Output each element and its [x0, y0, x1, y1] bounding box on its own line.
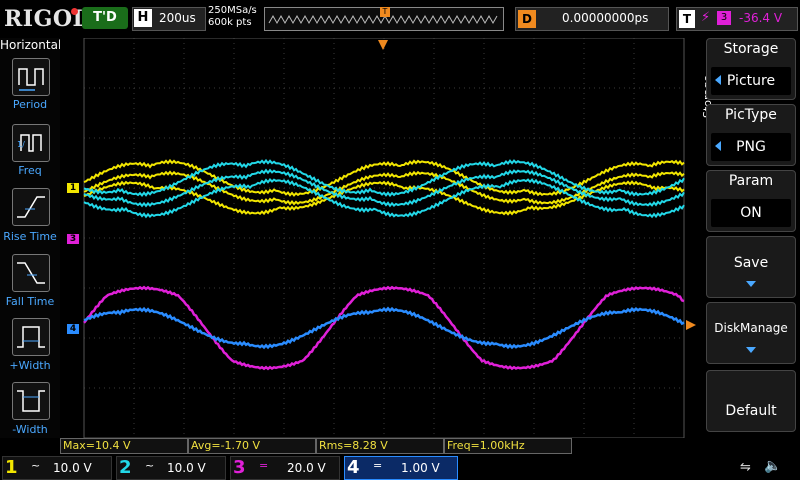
ch3-offset-marker[interactable]: 3 [67, 234, 79, 244]
ch3-coupling: = [259, 459, 269, 472]
disk-manage-button[interactable]: DiskManage [706, 302, 796, 364]
ch4-status[interactable]: 4 = 1.00 V [344, 456, 458, 480]
ch3-scale: 20.0 V [287, 461, 326, 475]
frequency-icon: 1/ [17, 134, 42, 152]
neg-width-button[interactable] [12, 382, 50, 420]
fall-time-icon [17, 262, 45, 284]
ch1-scale: 10.0 V [53, 461, 92, 475]
pos-width-button[interactable] [12, 318, 50, 356]
brand-dot [71, 8, 78, 15]
default-button[interactable]: Default [706, 370, 796, 432]
chevron-down-icon [746, 281, 756, 287]
left-arrow-icon [715, 141, 721, 151]
pictype-value: PNG [711, 133, 791, 161]
sample-info: 250MSa/s 600k pts [208, 5, 257, 29]
save-label: Save [733, 255, 769, 271]
timebase-box[interactable]: H 200us [132, 7, 206, 31]
storage-title: Storage [723, 41, 779, 57]
ch4-scale: 1.00 V [401, 461, 440, 475]
trigger-level: -36.4 V [739, 11, 783, 25]
ch2-status[interactable]: 2 ~ 10.0 V [116, 456, 226, 480]
trigger-position-marker[interactable]: T [380, 7, 390, 17]
measure-sidebar: Horizontal Period 1/ Freq Rise Time Fall… [0, 38, 62, 438]
memory-depth: 600k pts [208, 17, 252, 28]
timebase-value: 200us [159, 11, 196, 25]
channel-bar: 1 ~ 10.0 V 2 ~ 10.0 V 3 = 20.0 V 4 = 1.0… [0, 454, 800, 480]
storage-type-button[interactable]: Storage Picture [706, 38, 796, 100]
positive-width-icon [17, 326, 45, 348]
edge-trigger-icon: ⚡ [701, 10, 711, 25]
waveform-grid [60, 37, 700, 439]
ch4-offset-marker[interactable]: 4 [67, 324, 79, 334]
measure-avg[interactable]: Avg=-1.70 V [188, 438, 316, 454]
ch2-number: 2 [119, 457, 132, 478]
measurement-bar: Max=10.4 V Avg=-1.70 V Rms=8.28 V Freq=1… [60, 438, 700, 454]
rise-time-label: Rise Time [3, 230, 57, 243]
fall-time-button[interactable] [12, 254, 50, 292]
usb-icon: ⇋ [740, 460, 751, 475]
speaker-mute-icon[interactable]: 🔈 [764, 458, 781, 474]
trigger-source: 3 [717, 11, 731, 25]
chevron-down-icon [746, 347, 756, 353]
param-button[interactable]: Param ON [706, 170, 796, 232]
ch1-number: 1 [5, 457, 18, 478]
ch3-status[interactable]: 3 = 20.0 V [230, 456, 340, 480]
delay-box[interactable]: D 0.00000000ps [515, 7, 669, 31]
negative-width-icon [17, 390, 45, 412]
measure-freq[interactable]: Freq=1.00kHz [444, 438, 572, 454]
period-icon [18, 68, 44, 91]
ch2-scale: 10.0 V [167, 461, 206, 475]
ch1-offset-marker[interactable]: 1 [67, 183, 79, 193]
rise-time-button[interactable] [12, 188, 50, 226]
save-button[interactable]: Save [706, 236, 796, 298]
disk-manage-label: DiskManage [714, 321, 788, 335]
trigger-box[interactable]: T ⚡ 3 -36.4 V [676, 7, 798, 31]
delay-value: 0.00000000ps [562, 11, 649, 25]
waveform-display[interactable] [60, 37, 700, 439]
measure-max[interactable]: Max=10.4 V [60, 438, 188, 454]
rise-time-icon [17, 196, 45, 218]
fall-time-label: Fall Time [5, 295, 55, 308]
run-status-badge[interactable]: T'D [82, 7, 128, 29]
ch4-coupling: = [373, 459, 383, 472]
default-label: Default [725, 403, 777, 419]
measure-rms[interactable]: Rms=8.28 V [316, 438, 444, 454]
pictype-button[interactable]: PicType PNG [706, 104, 796, 166]
sample-rate: 250MSa/s [208, 5, 257, 16]
freq-label: Freq [18, 164, 42, 177]
param-value: ON [711, 199, 791, 227]
period-button[interactable] [12, 58, 50, 96]
freq-button[interactable]: 1/ [12, 124, 50, 162]
pos-width-label: +Width [9, 359, 51, 372]
trigger-tag: T [679, 10, 695, 28]
svg-text:1/: 1/ [17, 140, 25, 149]
ch4-number: 4 [347, 457, 360, 478]
left-arrow-icon [715, 75, 721, 85]
period-label: Period [12, 98, 48, 111]
top-status-bar: RIGOL T'D H 200us 250MSa/s 600k pts T D … [0, 0, 800, 38]
ch3-number: 3 [233, 457, 246, 478]
ch2-coupling: ~ [145, 459, 155, 472]
delay-tag: D [518, 10, 536, 28]
timebase-tag: H [134, 9, 152, 27]
param-title: Param [728, 173, 774, 189]
ch1-coupling: ~ [31, 459, 41, 472]
pictype-title: PicType [725, 107, 777, 123]
sidebar-title: Horizontal [0, 38, 62, 52]
storage-type-value: Picture [711, 67, 791, 95]
neg-width-label: -Width [12, 423, 48, 436]
ch1-status[interactable]: 1 ~ 10.0 V [2, 456, 112, 480]
storage-menu: Storage Storage Picture PicType PNG Para… [700, 38, 800, 438]
